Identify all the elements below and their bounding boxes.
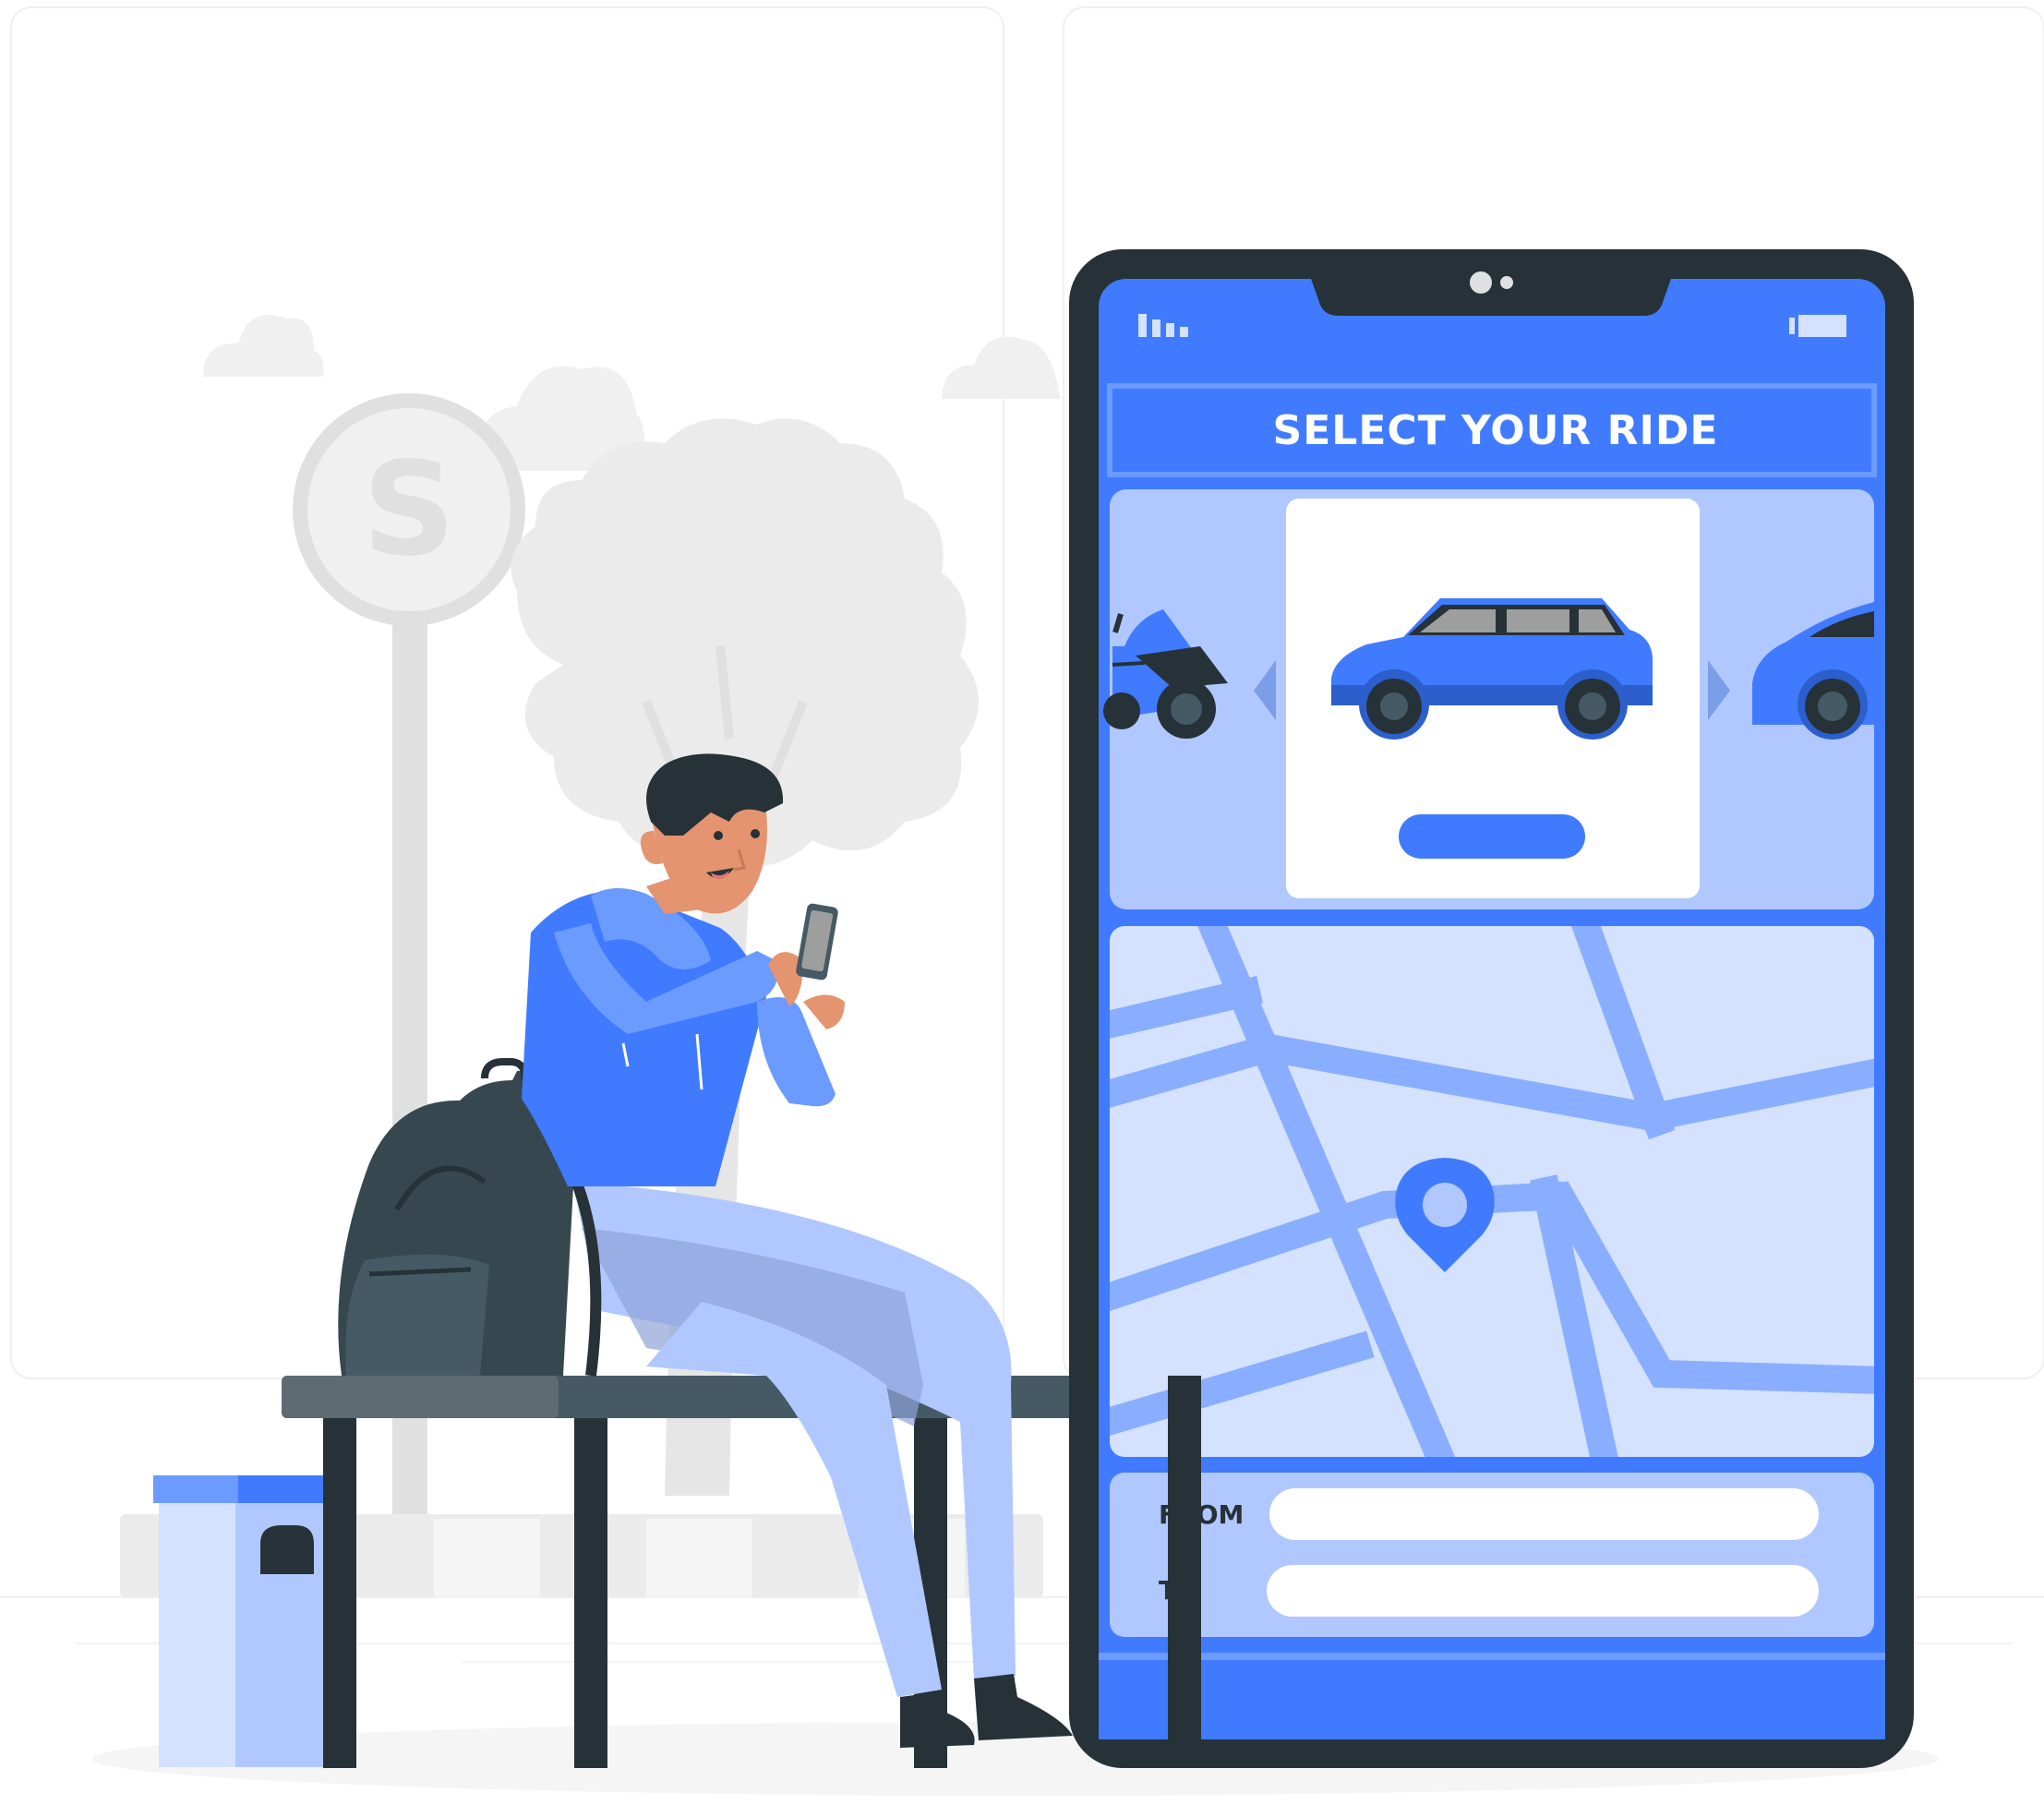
bench-front-leg [1168, 1376, 1201, 1768]
bus-stop-letter: S [363, 435, 456, 585]
bottom-bar [1099, 1653, 1885, 1739]
to-input[interactable] [1267, 1565, 1819, 1617]
screen-title: SELECT YOUR RIDE [1273, 407, 1719, 454]
ride-booking-illustration: S SELECT YOUR RIDE FROM [0, 6, 2044, 1796]
from-input[interactable] [1269, 1488, 1819, 1540]
map-view[interactable] [1108, 919, 1883, 1468]
select-vehicle-button[interactable] [1399, 814, 1585, 859]
trash-bin [153, 1475, 338, 1767]
front-camera [1470, 271, 1492, 294]
